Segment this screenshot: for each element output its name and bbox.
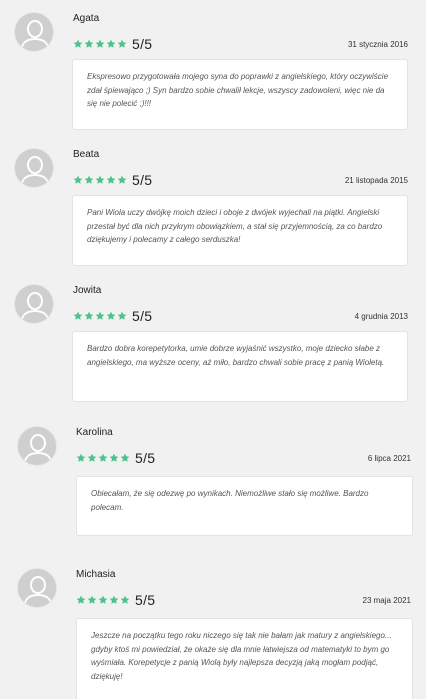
star-icon xyxy=(76,453,86,462)
star-icon xyxy=(120,453,130,462)
review-card: Jowita 5/5 4 grudnia 2013 Bardzo dobra k… xyxy=(0,272,426,408)
star-rating xyxy=(73,39,127,49)
review-date: 6 lipca 2021 xyxy=(367,453,411,463)
rating-score: 5/5 xyxy=(132,172,153,188)
review-text: Obiecałam, że się odezwę po wynikach. Ni… xyxy=(76,476,413,536)
user-avatar-icon xyxy=(17,568,57,608)
star-icon xyxy=(87,595,97,604)
review-date: 4 grudnia 2013 xyxy=(354,311,408,321)
review-card: Beata 5/5 21 listopada 2015 Pani Wiola u… xyxy=(0,136,426,272)
user-avatar-icon xyxy=(14,12,54,52)
reviews-panel-recent: Karolina 5/5 6 lipca 2021 Obiecałam, że … xyxy=(3,414,426,699)
reviewer-name: Agata xyxy=(73,13,100,24)
star-icon xyxy=(109,453,119,462)
star-icon xyxy=(117,175,127,184)
review-date: 23 maja 2021 xyxy=(362,595,411,605)
reviewer-name: Jowita xyxy=(73,285,102,296)
star-icon xyxy=(95,175,105,184)
star-rating xyxy=(76,595,130,605)
rating-row: 5/5 23 maja 2021 xyxy=(76,591,411,609)
reviewer-name: Michasia xyxy=(76,569,116,580)
review-text: Bardzo dobra korepetytorka, umie dobrze … xyxy=(72,331,408,402)
review-card: Michasia 5/5 23 maja 2021 Jeszcze na poc… xyxy=(3,556,426,699)
star-icon xyxy=(84,175,94,184)
star-icon xyxy=(98,595,108,604)
rating-score: 5/5 xyxy=(132,36,153,52)
review-text: Pani Wiola uczy dwójkę moich dzieci i ob… xyxy=(72,195,408,266)
star-rating xyxy=(73,311,127,321)
review-date: 21 listopada 2015 xyxy=(344,175,408,185)
review-text: Jeszcze na początku tego roku niczego si… xyxy=(76,618,413,699)
reviewer-name: Karolina xyxy=(76,427,113,438)
star-rating xyxy=(73,175,127,185)
star-icon xyxy=(95,39,105,48)
star-icon xyxy=(73,39,83,48)
reviews-page: Agata 5/5 31 stycznia 2016 Ekspresowo pr… xyxy=(0,0,426,699)
star-icon xyxy=(106,175,116,184)
star-icon xyxy=(84,39,94,48)
star-icon xyxy=(73,175,83,184)
star-icon xyxy=(109,595,119,604)
star-icon xyxy=(98,453,108,462)
rating-score: 5/5 xyxy=(132,308,153,324)
star-icon xyxy=(120,595,130,604)
user-avatar-icon xyxy=(14,284,54,324)
rating-row: 5/5 21 listopada 2015 xyxy=(73,171,408,189)
star-icon xyxy=(106,311,116,320)
review-card: Agata 5/5 31 stycznia 2016 Ekspresowo pr… xyxy=(0,0,426,136)
star-icon xyxy=(95,311,105,320)
user-avatar-icon xyxy=(14,148,54,188)
star-rating xyxy=(76,453,130,463)
reviewer-name: Beata xyxy=(73,149,100,160)
rating-row: 5/5 31 stycznia 2016 xyxy=(73,35,408,53)
rating-score: 5/5 xyxy=(135,592,156,608)
rating-score: 5/5 xyxy=(135,450,156,466)
star-icon xyxy=(76,595,86,604)
review-date: 31 stycznia 2016 xyxy=(347,39,408,49)
star-icon xyxy=(117,39,127,48)
rating-row: 5/5 4 grudnia 2013 xyxy=(73,307,408,325)
review-card: Karolina 5/5 6 lipca 2021 Obiecałam, że … xyxy=(3,414,426,556)
star-icon xyxy=(73,311,83,320)
review-text: Ekspresowo przygotowała mojego syna do p… xyxy=(72,59,408,130)
user-avatar-icon xyxy=(17,426,57,466)
star-icon xyxy=(106,39,116,48)
star-icon xyxy=(84,311,94,320)
star-icon xyxy=(117,311,127,320)
reviews-panel-older: Agata 5/5 31 stycznia 2016 Ekspresowo pr… xyxy=(0,0,426,408)
rating-row: 5/5 6 lipca 2021 xyxy=(76,449,411,467)
star-icon xyxy=(87,453,97,462)
